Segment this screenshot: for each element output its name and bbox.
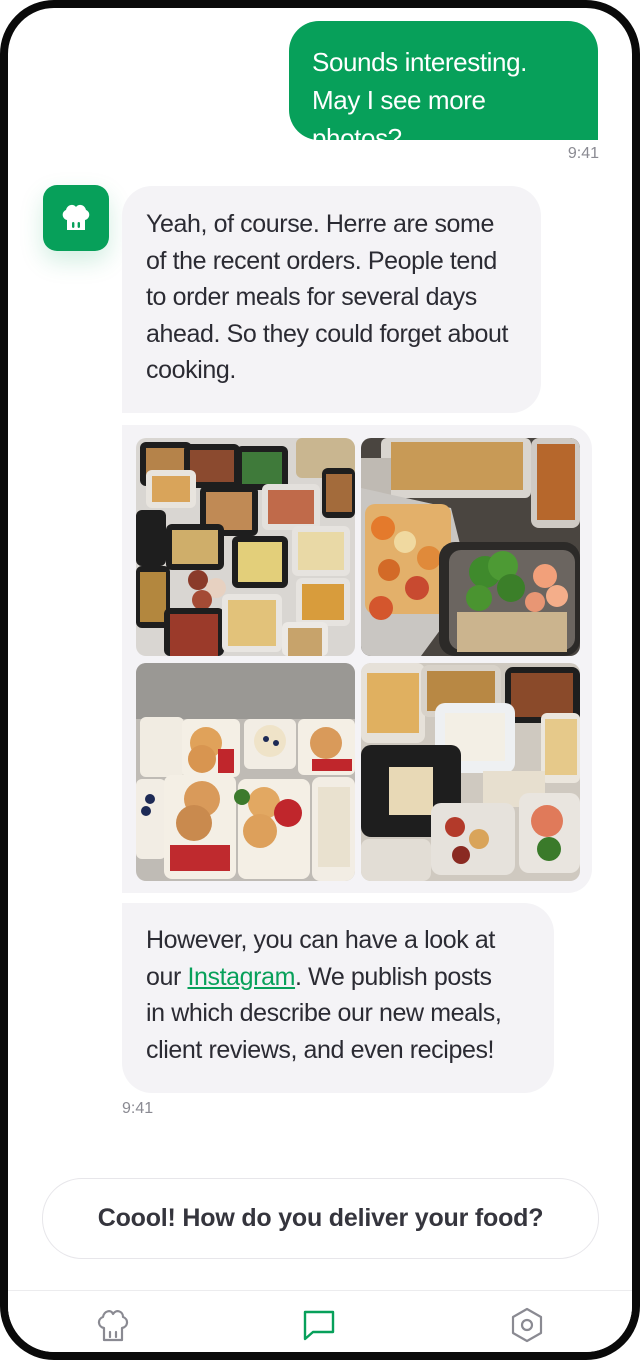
message-text-line: May I see more photos? [312,85,486,153]
message-text-line: Sounds interesting. [312,47,527,77]
message-text-line: to order meals for several days [146,283,477,311]
message-text: our [146,962,188,991]
mixed-meals-photo[interactable] [361,663,580,881]
meal-containers-photo[interactable] [136,438,355,656]
instagram-link[interactable]: Instagram [187,963,295,991]
message-text-line: of the recent orders. People tend [146,246,497,275]
bot-avatar [43,185,109,251]
pancakes-photo[interactable] [136,663,355,881]
message-text-line: cooking. [146,356,236,384]
baked-dishes-photo[interactable] [361,438,580,656]
incoming-message-bubble: However, you can have a look at our Inst… [122,903,554,1093]
tab-settings[interactable] [507,1305,547,1345]
chef-hat-icon [97,1310,129,1342]
chat-bubble-icon [303,1310,335,1341]
outgoing-message-bubble: Sounds interesting. May I see more photo… [289,21,598,153]
message-text-line: ahead. So they could forget about [146,319,509,348]
tab-home[interactable] [93,1305,133,1345]
message-text-line: client reviews, and even recipes! [146,1035,495,1064]
message-text-line: Yeah, of course. Herre are some [146,210,494,238]
message-text-line: in which describe our new meals, [146,999,502,1027]
incoming-message-time: 9:41 [122,1100,154,1117]
message-text-line: our Instagram. We publish posts [146,959,534,996]
quick-reply-button[interactable]: Coool! How do you deliver your food? [42,1178,599,1259]
chef-hat-icon [62,204,90,230]
message-text-line: However, you can have a look at [146,926,495,954]
outgoing-message-time: 9:41 [567,145,599,162]
photo-gallery-message [122,425,592,893]
settings-hexagon-icon [511,1307,543,1343]
message-text: . We publish posts [295,962,492,991]
bottom-tab-bar [8,1290,632,1352]
incoming-message-bubble: Yeah, of course. Herre are some of the r… [122,186,541,413]
phone-frame: Sounds interesting. May I see more photo… [0,0,640,1360]
tab-chat[interactable] [299,1305,339,1345]
